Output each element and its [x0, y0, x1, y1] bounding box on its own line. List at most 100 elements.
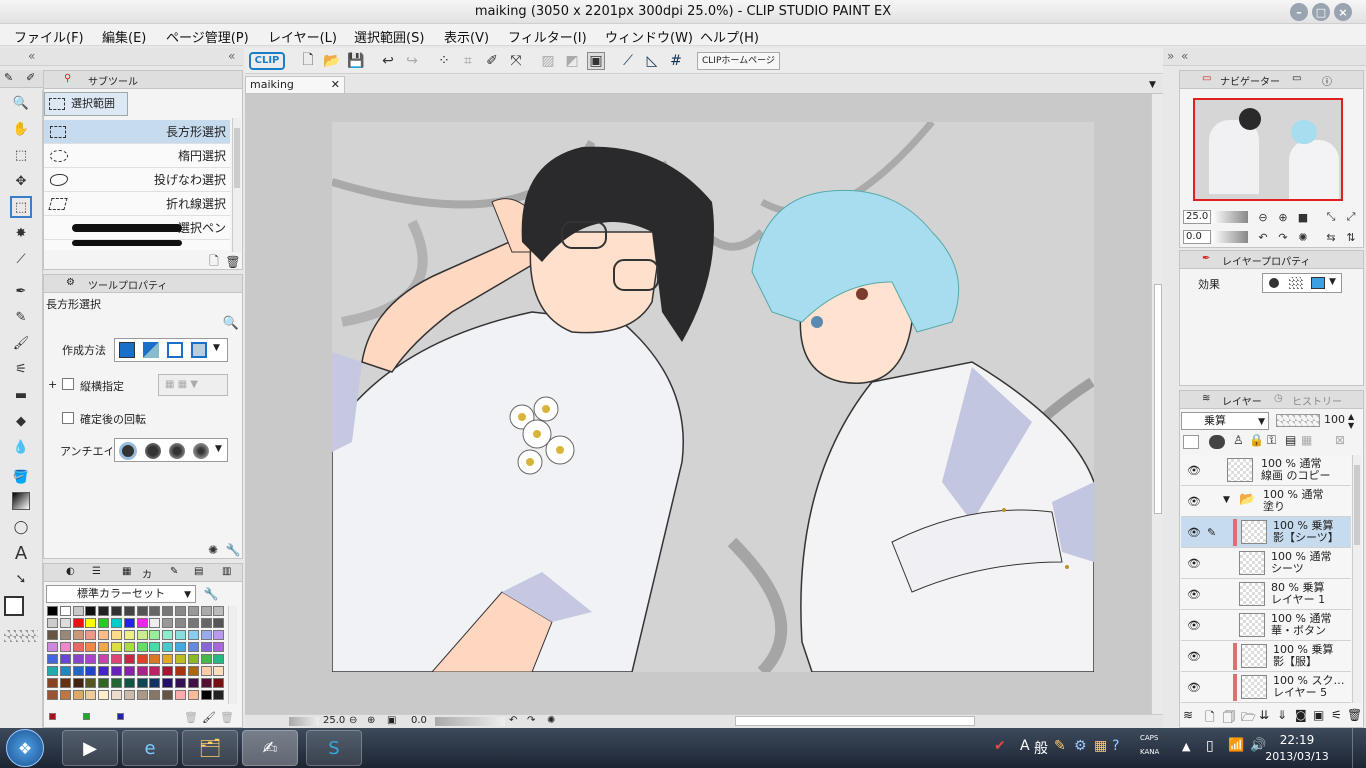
nav-flip-v-icon[interactable]: ⇅ — [1342, 228, 1360, 246]
color-swatch[interactable] — [123, 642, 135, 652]
custom-color-swatch[interactable] — [117, 713, 124, 720]
color-swatch[interactable] — [175, 654, 186, 664]
text-tool-icon[interactable]: A — [12, 543, 30, 564]
history-tab-label[interactable]: ヒストリー — [1292, 393, 1342, 408]
ruler-range-icon[interactable]: ⊠ — [1335, 433, 1345, 447]
color-swatch[interactable] — [200, 666, 212, 676]
color-swatch[interactable] — [136, 618, 148, 628]
rotate-checkbox[interactable] — [62, 412, 74, 424]
color-swatch[interactable] — [47, 666, 58, 676]
color-swatch[interactable] — [162, 642, 174, 652]
method-selector[interactable]: ▼ — [114, 338, 228, 362]
color-swatch[interactable] — [187, 630, 199, 640]
navigator-angle-value[interactable]: 0.0 — [1183, 230, 1211, 244]
menu-help[interactable]: ヘルプ(H) — [700, 27, 759, 46]
color-swatch[interactable] — [85, 678, 97, 688]
method-add-icon[interactable] — [143, 342, 159, 358]
tab-menu-icon[interactable]: ▼ — [1149, 80, 1156, 90]
color-swatch[interactable] — [111, 654, 122, 664]
ime-mode-label[interactable]: A — [1020, 738, 1030, 754]
color-swatch[interactable] — [72, 606, 84, 616]
tool-tab-icon-2[interactable]: ✐ — [26, 71, 35, 84]
color-swatch[interactable] — [213, 666, 225, 676]
nav-fit-icon[interactable]: ■ — [1294, 208, 1312, 226]
visibility-eye-icon[interactable]: 👁 — [1187, 495, 1201, 508]
effect-dropdown-icon[interactable]: ▼ — [1329, 277, 1336, 287]
collapse-right-icon-2[interactable]: « — [1181, 49, 1188, 63]
clip-home-button[interactable]: CLIPホームページ — [697, 52, 780, 70]
layer-row-selected[interactable]: 👁 ✎ 100 % 乗算 影【シーツ】 — [1181, 517, 1351, 548]
toolprop-wrench-icon[interactable]: 🔧 — [224, 541, 242, 559]
color-swatch[interactable] — [175, 666, 186, 676]
eraser-icon[interactable]: ◆ — [12, 412, 30, 430]
color-swatch[interactable] — [149, 654, 161, 664]
color-swatch[interactable] — [136, 630, 148, 640]
clear-icon[interactable]: ✐ — [483, 52, 501, 70]
figure-icon[interactable]: ◯ — [12, 518, 30, 536]
color-swatch[interactable] — [111, 630, 122, 640]
color-swatch[interactable] — [149, 606, 161, 616]
zoom-tool-icon[interactable]: 🔍 — [12, 94, 30, 112]
nav-zoom-in-icon[interactable]: ⊕ — [1274, 208, 1292, 226]
color-swatch[interactable] — [85, 630, 97, 640]
color-swatch[interactable] — [47, 618, 58, 628]
new-vector-layer-icon[interactable]: 🗍 — [1223, 708, 1235, 729]
color-swatch[interactable] — [72, 630, 84, 640]
show-selection-icon[interactable]: ▣ — [587, 52, 605, 70]
canvas-vscroll-thumb[interactable] — [1154, 284, 1162, 514]
custom-color-swatch[interactable] — [83, 713, 90, 720]
clip-below-icon[interactable] — [1183, 435, 1199, 449]
method-subtract-icon[interactable] — [167, 342, 183, 358]
navigator-preview[interactable] — [1193, 98, 1343, 201]
zoom-out-icon[interactable]: ⊖ — [349, 715, 357, 726]
color-swatch[interactable] — [123, 666, 135, 676]
grid-icon[interactable]: # — [667, 52, 685, 70]
color-swatch[interactable] — [98, 618, 110, 628]
color-swatch[interactable] — [123, 654, 135, 664]
color-swatch[interactable] — [162, 630, 174, 640]
crop-icon[interactable]: ⌗ — [459, 52, 477, 70]
visibility-eye-icon[interactable]: 👁 — [1187, 526, 1201, 539]
network-icon[interactable]: 📶 — [1228, 738, 1244, 753]
tray-expand-icon[interactable]: ▲ — [1182, 740, 1190, 753]
layer-tab-label[interactable]: レイヤー — [1222, 393, 1262, 408]
subtool-scroll-thumb[interactable] — [234, 128, 240, 188]
palette-trash-icon[interactable]: 🗑 — [218, 708, 236, 726]
color-swatch[interactable] — [72, 690, 84, 700]
blend-mode-select[interactable]: 乗算 ▼ — [1181, 412, 1269, 430]
color-swatch[interactable] — [59, 690, 71, 700]
visibility-eye-icon[interactable]: 👁 — [1187, 464, 1201, 477]
color-swatch[interactable] — [72, 642, 84, 652]
palette-color-icon[interactable]: ▦ — [1301, 433, 1312, 447]
color-set-tab-icon[interactable]: ▦ — [122, 566, 131, 577]
palette-delete-icon[interactable]: 🗑 — [182, 708, 200, 726]
show-desktop-button[interactable] — [1352, 728, 1366, 768]
visibility-eye-icon[interactable]: 👁 — [1187, 650, 1201, 663]
close-icon[interactable]: × — [1334, 3, 1352, 21]
rotate-right-icon[interactable]: ↷ — [527, 715, 535, 726]
method-intersect-icon[interactable] — [191, 342, 207, 358]
color-swatch[interactable] — [175, 606, 186, 616]
color-extra-tab-icon[interactable]: ▥ — [222, 566, 231, 577]
collapse-right-icon[interactable]: » — [1167, 49, 1174, 63]
expand-icon[interactable]: + — [48, 378, 57, 391]
color-swatch[interactable] — [175, 678, 186, 688]
color-swatch[interactable] — [85, 618, 97, 628]
color-swatch[interactable] — [200, 606, 212, 616]
color-swatch[interactable] — [111, 618, 122, 628]
color-swatch[interactable] — [162, 606, 174, 616]
color-swatch[interactable] — [200, 678, 212, 688]
clock-time[interactable]: 22:19 — [1262, 733, 1332, 747]
apply-mask-icon[interactable]: ▣ — [1313, 708, 1324, 722]
aa-strong-icon[interactable] — [193, 443, 209, 459]
opacity-slider[interactable] — [1276, 414, 1320, 427]
selection-tool-icon[interactable]: ⬚ — [10, 196, 32, 218]
color-swatch[interactable] — [149, 666, 161, 676]
clip-studio-taskbar-icon[interactable]: ✍ — [242, 730, 298, 766]
minimize-icon[interactable]: – — [1290, 3, 1308, 21]
ime-tool-icon[interactable]: ⚙ — [1074, 738, 1087, 754]
color-swatch[interactable] — [123, 630, 135, 640]
new-subtool-icon[interactable]: 🗋 — [205, 253, 223, 271]
fit-icon[interactable]: ▣ — [387, 715, 396, 726]
visibility-eye-icon[interactable]: 👁 — [1187, 588, 1201, 601]
